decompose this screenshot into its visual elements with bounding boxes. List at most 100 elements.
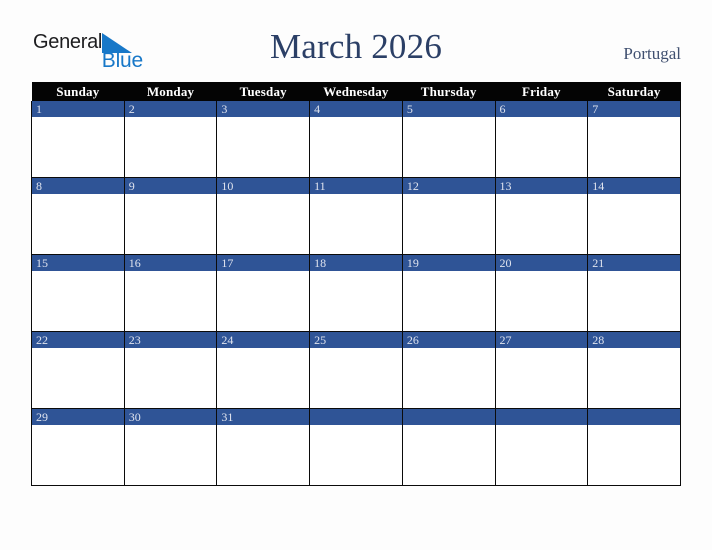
day-number: 9 <box>124 178 217 194</box>
day-event-area[interactable] <box>32 117 124 177</box>
calendar-day-cell[interactable]: 25 <box>309 331 403 409</box>
day-event-area[interactable] <box>588 348 680 408</box>
calendar-week-row: 22 23 24 25 26 27 28 <box>31 331 681 409</box>
country-label: Portugal <box>623 44 681 63</box>
calendar-day-cell[interactable]: 29 <box>31 408 125 486</box>
day-event-area[interactable] <box>495 348 588 408</box>
day-number: 22 <box>32 332 124 348</box>
day-event-area[interactable] <box>310 271 402 331</box>
calendar-day-cell[interactable]: 24 <box>216 331 311 409</box>
day-event-area[interactable] <box>588 194 680 254</box>
day-event-area[interactable] <box>402 348 495 408</box>
day-number: 5 <box>402 101 495 117</box>
calendar-day-cell-empty[interactable] <box>587 408 681 486</box>
day-event-area[interactable] <box>402 425 495 485</box>
calendar-day-cell[interactable]: 30 <box>123 408 218 486</box>
day-event-area[interactable] <box>495 117 588 177</box>
day-number: 18 <box>310 255 402 271</box>
day-event-area[interactable] <box>32 348 124 408</box>
calendar-day-cell[interactable]: 9 <box>123 177 218 255</box>
day-event-area[interactable] <box>402 271 495 331</box>
day-event-area[interactable] <box>217 194 310 254</box>
calendar-day-cell[interactable]: 6 <box>494 101 589 178</box>
calendar-day-cell[interactable]: 13 <box>494 177 589 255</box>
day-number: 7 <box>588 101 680 117</box>
day-event-area[interactable] <box>32 194 124 254</box>
weekday-header-friday: Friday <box>495 82 588 101</box>
day-event-area[interactable] <box>310 425 402 485</box>
calendar-day-cell[interactable]: 3 <box>216 101 311 178</box>
day-event-area[interactable] <box>124 348 217 408</box>
day-event-area[interactable] <box>402 117 495 177</box>
weekday-header-row: Sunday Monday Tuesday Wednesday Thursday… <box>31 82 681 101</box>
calendar-day-cell[interactable]: 20 <box>494 254 589 332</box>
calendar-day-cell[interactable]: 27 <box>494 331 589 409</box>
calendar-day-cell[interactable]: 28 <box>587 331 681 409</box>
day-number: 23 <box>124 332 217 348</box>
calendar-day-cell[interactable]: 5 <box>401 101 496 178</box>
calendar-day-cell[interactable]: 8 <box>31 177 125 255</box>
calendar-day-cell[interactable]: 16 <box>123 254 218 332</box>
calendar-day-cell-empty[interactable] <box>494 408 589 486</box>
day-number: 24 <box>217 332 310 348</box>
day-number <box>402 409 495 425</box>
calendar-day-cell[interactable]: 26 <box>401 331 496 409</box>
calendar-day-cell[interactable]: 15 <box>31 254 125 332</box>
day-event-area[interactable] <box>124 194 217 254</box>
day-event-area[interactable] <box>495 425 588 485</box>
calendar-day-cell[interactable]: 21 <box>587 254 681 332</box>
day-event-area[interactable] <box>217 271 310 331</box>
calendar-day-cell-empty[interactable] <box>401 408 496 486</box>
calendar-day-cell[interactable]: 11 <box>309 177 403 255</box>
calendar-day-cell[interactable]: 18 <box>309 254 403 332</box>
calendar-body: 1 2 3 4 5 6 7 8 9 10 11 12 13 14 15 16 1… <box>31 101 681 486</box>
day-event-area[interactable] <box>124 271 217 331</box>
day-number: 31 <box>217 409 310 425</box>
day-number: 28 <box>588 332 680 348</box>
calendar-day-cell[interactable]: 2 <box>123 101 218 178</box>
calendar-day-cell[interactable]: 22 <box>31 331 125 409</box>
calendar-page: General Blue March 2026 Portugal Sunday … <box>0 0 712 550</box>
weekday-header-tuesday: Tuesday <box>216 82 310 101</box>
weekday-header-wednesday: Wednesday <box>309 82 403 101</box>
day-event-area[interactable] <box>310 348 402 408</box>
day-number: 2 <box>124 101 217 117</box>
day-event-area[interactable] <box>495 194 588 254</box>
calendar-week-row: 8 9 10 11 12 13 14 <box>31 177 681 255</box>
day-event-area[interactable] <box>310 194 402 254</box>
calendar-day-cell[interactable]: 17 <box>216 254 311 332</box>
day-event-area[interactable] <box>124 117 217 177</box>
calendar-day-cell[interactable]: 10 <box>216 177 311 255</box>
day-event-area[interactable] <box>310 117 402 177</box>
day-event-area[interactable] <box>495 271 588 331</box>
day-number: 11 <box>310 178 402 194</box>
day-number: 14 <box>588 178 680 194</box>
calendar-day-cell[interactable]: 4 <box>309 101 403 178</box>
day-event-area[interactable] <box>588 425 680 485</box>
day-number: 26 <box>402 332 495 348</box>
calendar-day-cell[interactable]: 23 <box>123 331 218 409</box>
calendar-day-cell-empty[interactable] <box>309 408 403 486</box>
calendar-day-cell[interactable]: 12 <box>401 177 496 255</box>
calendar-day-cell[interactable]: 7 <box>587 101 681 178</box>
day-event-area[interactable] <box>124 425 217 485</box>
day-number: 4 <box>310 101 402 117</box>
day-event-area[interactable] <box>588 271 680 331</box>
calendar-day-cell[interactable]: 31 <box>216 408 311 486</box>
day-event-area[interactable] <box>217 348 310 408</box>
calendar-day-cell[interactable]: 19 <box>401 254 496 332</box>
day-event-area[interactable] <box>32 425 124 485</box>
calendar-day-cell[interactable]: 1 <box>31 101 125 178</box>
day-number: 25 <box>310 332 402 348</box>
day-number <box>588 409 680 425</box>
day-number: 15 <box>32 255 124 271</box>
day-event-area[interactable] <box>32 271 124 331</box>
day-event-area[interactable] <box>217 117 310 177</box>
day-number: 10 <box>217 178 310 194</box>
calendar-day-cell[interactable]: 14 <box>587 177 681 255</box>
day-event-area[interactable] <box>217 425 310 485</box>
day-number: 16 <box>124 255 217 271</box>
day-event-area[interactable] <box>402 194 495 254</box>
day-event-area[interactable] <box>588 117 680 177</box>
page-header: General Blue March 2026 Portugal <box>0 0 712 82</box>
